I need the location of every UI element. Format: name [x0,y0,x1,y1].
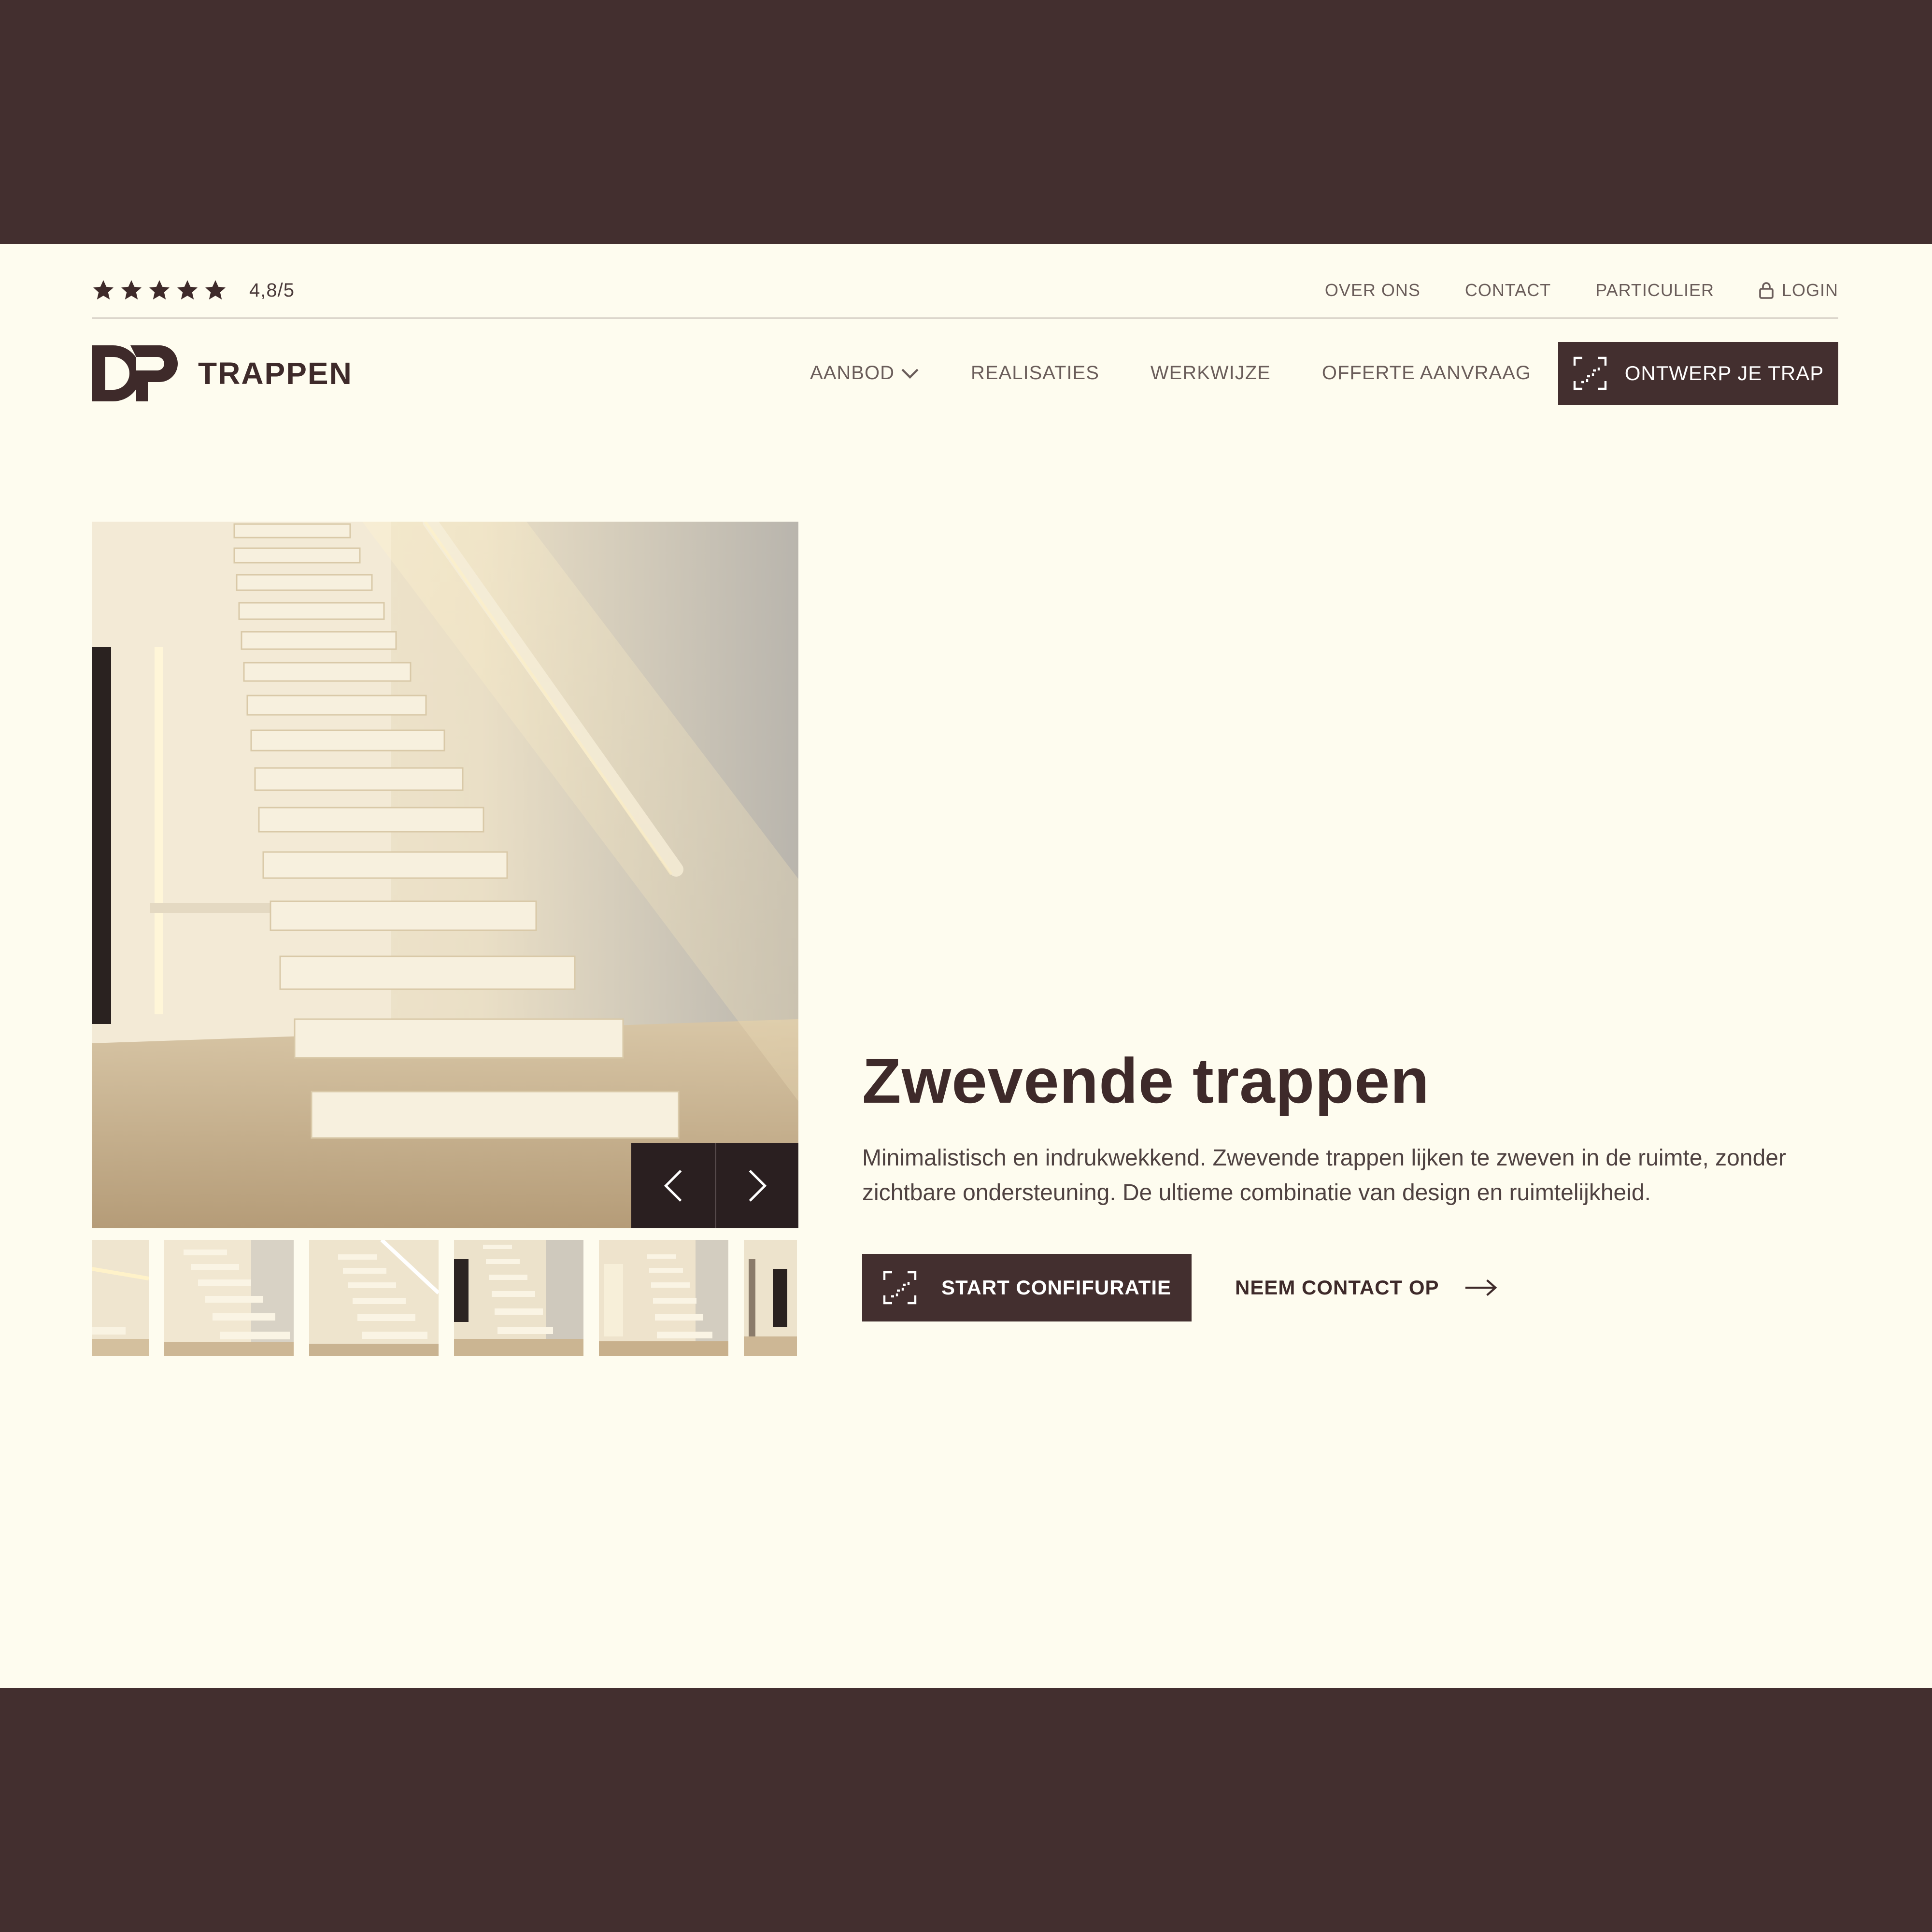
nav-item-aanbod-label: AANBOD [810,362,895,384]
gallery-thumbnail[interactable] [164,1240,294,1356]
gallery-thumbnails [92,1240,798,1356]
star-icon [177,280,198,299]
rating-stars [92,279,227,302]
gallery-main-image [92,522,798,1228]
hero-actions: START CONFIFURATIE NEEM CONTACT OP [862,1254,1852,1322]
page: 4,8/5 OVER ONS CONTACT PARTICULIER LOGIN… [0,244,1932,1688]
utility-nav: OVER ONS CONTACT PARTICULIER LOGIN [1325,280,1838,300]
chevron-right-icon [749,1170,767,1202]
utility-bar: 4,8/5 OVER ONS CONTACT PARTICULIER LOGIN [92,263,1838,319]
start-configuration-label: START CONFIFURATIE [941,1276,1172,1299]
star-icon [93,280,114,299]
login-link[interactable]: LOGIN [1759,280,1838,300]
lock-icon [1759,282,1774,299]
gallery-thumbnail[interactable] [599,1240,728,1356]
star-icon [121,280,142,299]
utility-link-particulier[interactable]: PARTICULIER [1595,280,1714,300]
start-configuration-button[interactable]: START CONFIFURATIE [862,1254,1192,1322]
gallery-thumbnail[interactable] [92,1240,149,1356]
design-stair-label: ONTWERP JE TRAP [1624,361,1824,384]
gallery-arrows [631,1143,798,1228]
floating-stairs-photo [92,522,798,1228]
nav-item-realisaties[interactable]: REALISATIES [971,362,1099,384]
star-icon [205,280,226,299]
hero-title: Zwevende trappen [862,1045,1430,1116]
stairs-configurator-icon [883,1271,917,1305]
gallery-next-button[interactable] [715,1143,798,1228]
gallery-thumbnail[interactable] [309,1240,439,1356]
login-label: LOGIN [1781,280,1838,300]
hero-content: Zwevende trappen Minimalistisch en indru… [862,1045,1852,1322]
gallery-thumbnail[interactable] [744,1240,797,1356]
main-nav: AANBOD REALISATIES WERKWIJZE OFFERTE AAN… [810,341,1838,405]
arrow-right-icon [1465,1279,1497,1296]
design-stair-button[interactable]: ONTWERP JE TRAP [1558,341,1838,405]
logo[interactable]: TRAPPEN [92,343,353,403]
logo-text: TRAPPEN [198,355,353,391]
hero-description: Minimalistisch en indrukwekkend. Zwevend… [862,1145,1786,1206]
contact-link-button[interactable]: NEEM CONTACT OP [1235,1276,1498,1299]
utility-link-contact[interactable]: CONTACT [1465,280,1551,300]
chevron-left-icon [664,1170,682,1202]
star-icon [149,280,170,299]
contact-link-label: NEEM CONTACT OP [1235,1276,1439,1299]
gallery-prev-button[interactable] [631,1143,715,1228]
main-header: TRAPPEN AANBOD REALISATIES WERKWIJZE OFF… [92,341,1838,406]
nav-item-aanbod[interactable]: AANBOD [810,362,920,384]
nav-item-offerte[interactable]: OFFERTE AANVRAAG [1322,362,1531,384]
chevron-down-icon [901,368,919,379]
rating-value: 4,8/5 [249,279,295,301]
stairs-configurator-icon [1573,356,1606,390]
gallery-thumbnail[interactable] [454,1240,583,1356]
dp-logo-icon [92,345,178,401]
utility-link-over-ons[interactable]: OVER ONS [1325,280,1421,300]
rating: 4,8/5 [92,279,295,302]
nav-item-werkwijze[interactable]: WERKWIJZE [1151,362,1271,384]
